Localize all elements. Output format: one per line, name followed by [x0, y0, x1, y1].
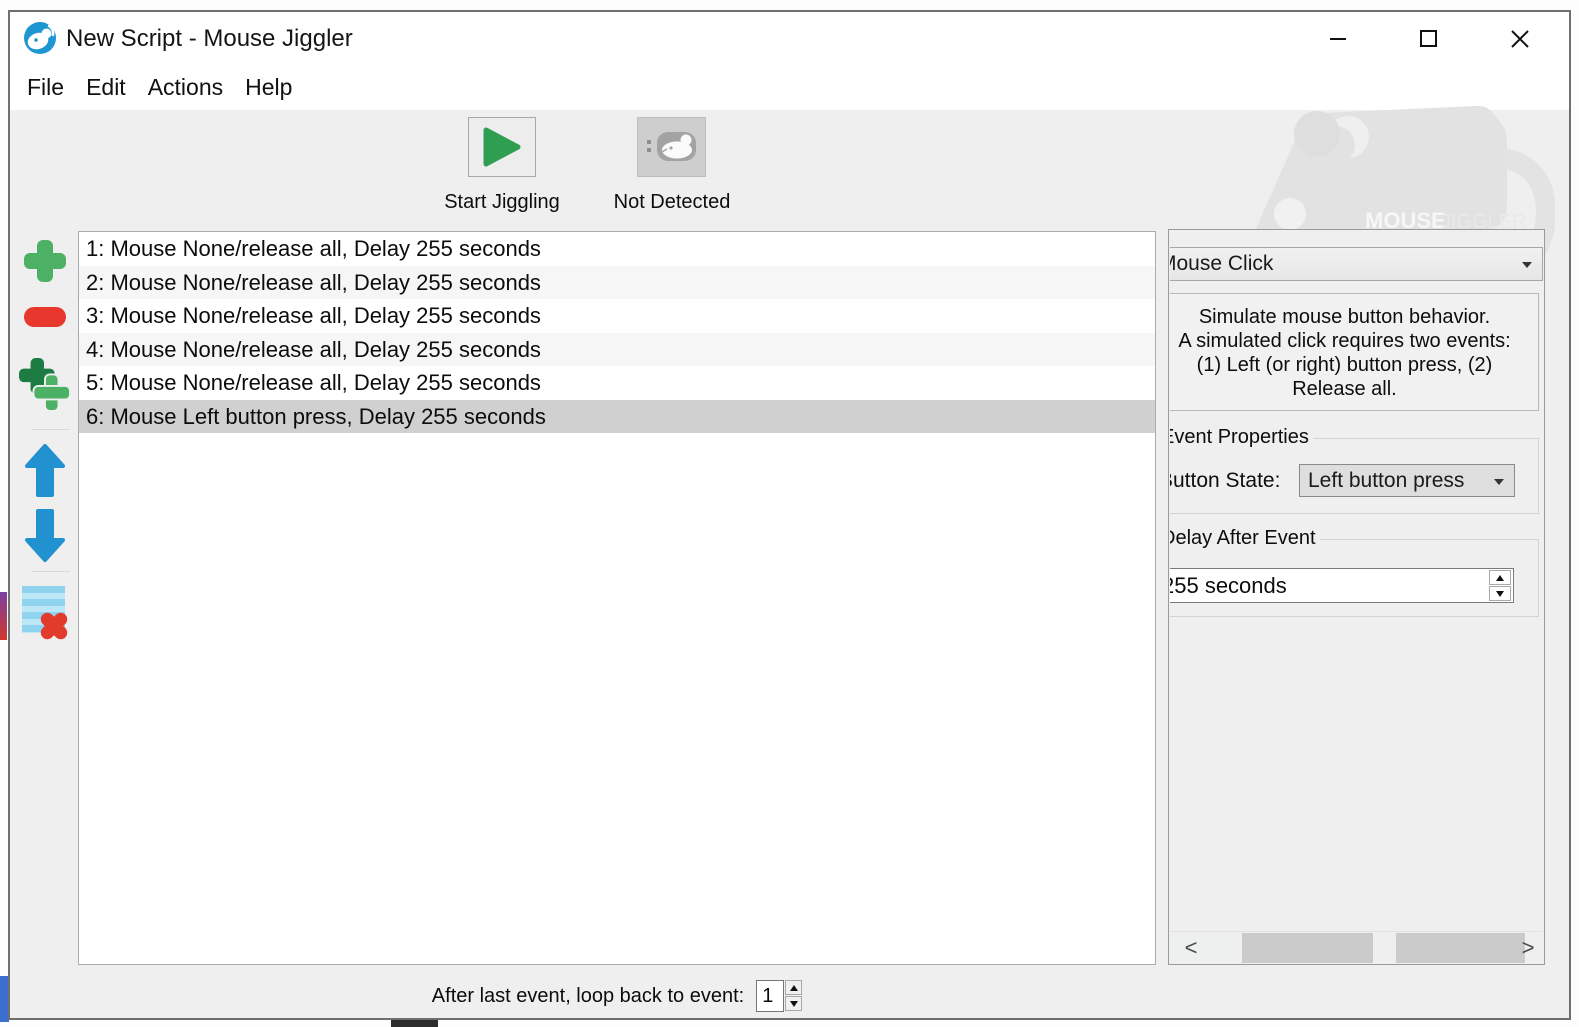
sidebar-separator [32, 429, 70, 430]
chevron-down-icon [1494, 479, 1504, 485]
move-down-button[interactable] [19, 508, 71, 563]
remove-event-button[interactable] [19, 304, 71, 330]
scroll-right-button[interactable]: > [1515, 932, 1541, 964]
chevron-down-icon [1522, 262, 1532, 268]
event-list: 1: Mouse None/release all, Delay 255 sec… [78, 231, 1156, 965]
button-state-dropdown[interactable]: Left button press [1299, 464, 1515, 497]
desktop-artifact [391, 1020, 438, 1027]
loop-settings-bar: After last event, loop back to event: [78, 974, 1156, 1018]
menu-item-file[interactable]: File [16, 65, 75, 110]
minimize-icon [1330, 38, 1346, 40]
event-description-line: Release all. [1170, 377, 1538, 401]
menu-item-actions[interactable]: Actions [137, 65, 234, 110]
spinner-up-button[interactable] [1489, 570, 1511, 585]
app-mouse-icon [23, 21, 57, 55]
event-description-line: (1) Left (or right) button press, (2) [1170, 353, 1538, 377]
list-item[interactable]: 1: Mouse None/release all, Delay 255 sec… [79, 232, 1155, 266]
title-bar: New Script - Mouse Jiggler [10, 12, 1569, 65]
double-plus-icon [19, 357, 71, 413]
device-detect-button[interactable] [637, 117, 706, 177]
mouse-detect-icon [646, 127, 698, 167]
move-up-button[interactable] [19, 443, 71, 498]
start-jiggling-label: Start Jiggling [408, 191, 596, 214]
delay-input[interactable] [1170, 568, 1514, 603]
event-type-dropdown[interactable]: Mouse Click [1170, 247, 1543, 281]
delay-after-event-group: Delay After Event [1170, 539, 1539, 617]
triangle-down-icon [1496, 591, 1504, 597]
panel-scrolled-content: Mouse Click Simulate mouse button behavi… [1170, 230, 1543, 930]
list-item-selected[interactable]: 6: Mouse Left button press, Delay 255 se… [79, 400, 1155, 434]
event-description-line: A simulated click requires two events: [1170, 329, 1538, 353]
clear-list-icon [20, 584, 70, 642]
close-button[interactable] [1474, 12, 1565, 65]
minimize-button[interactable] [1292, 12, 1383, 65]
window-title: New Script - Mouse Jiggler [66, 12, 353, 65]
app-window: New Script - Mouse Jiggler File Edit Act… [8, 10, 1571, 1020]
delay-group-label: Delay After Event [1170, 527, 1320, 550]
delay-spinner-buttons [1489, 570, 1511, 601]
list-item[interactable]: 2: Mouse None/release all, Delay 255 sec… [79, 266, 1155, 300]
event-description-line: Simulate mouse button behavior. [1170, 305, 1538, 329]
panel-horizontal-scrollbar: < > [1170, 931, 1543, 963]
arrow-down-icon [24, 508, 66, 563]
maximize-button[interactable] [1383, 12, 1474, 65]
event-properties-panel: Mouse Click Simulate mouse button behavi… [1168, 229, 1545, 965]
menu-item-help[interactable]: Help [234, 65, 303, 110]
duplicate-event-button[interactable] [19, 357, 71, 413]
event-properties-group: Event Properties Button State: Left butt… [1170, 438, 1539, 514]
loop-spinner [756, 980, 802, 1012]
minus-icon [23, 304, 67, 330]
delay-spinner [1170, 568, 1514, 603]
content-area: MOUSE JIGGLER Start Jiggling Not Detecte… [10, 110, 1569, 1018]
scrollbar-thumb[interactable] [1373, 933, 1396, 963]
triangle-down-icon [790, 1001, 798, 1007]
sidebar-separator [32, 571, 70, 572]
start-jiggling-button[interactable] [468, 117, 536, 177]
loop-label: After last event, loop back to event: [432, 985, 744, 1008]
button-state-value: Left button press [1308, 469, 1464, 493]
menu-item-edit[interactable]: Edit [75, 65, 137, 110]
maximize-icon [1420, 30, 1437, 47]
button-state-label: Button State: [1170, 469, 1280, 493]
spinner-down-button[interactable] [1489, 586, 1511, 601]
panel-viewport: Mouse Click Simulate mouse button behavi… [1170, 230, 1543, 930]
triangle-up-icon [1496, 575, 1504, 581]
arrow-up-icon [24, 443, 66, 498]
add-event-button[interactable] [19, 238, 71, 284]
event-description-box: Simulate mouse button behavior. A simula… [1170, 293, 1539, 411]
loop-spinner-buttons [785, 980, 802, 1012]
triangle-up-icon [790, 985, 798, 991]
list-item[interactable]: 4: Mouse None/release all, Delay 255 sec… [79, 333, 1155, 367]
list-item[interactable]: 5: Mouse None/release all, Delay 255 sec… [79, 366, 1155, 400]
list-item[interactable]: 3: Mouse None/release all, Delay 255 sec… [79, 299, 1155, 333]
plus-icon [22, 238, 68, 284]
event-type-value: Mouse Click [1170, 252, 1273, 276]
desktop-artifact [0, 592, 7, 640]
window-controls [1292, 12, 1565, 65]
event-properties-group-label: Event Properties [1170, 426, 1313, 449]
scroll-left-button[interactable]: < [1178, 932, 1204, 964]
play-icon [482, 126, 522, 168]
loop-input[interactable] [756, 980, 784, 1012]
device-detect-label: Not Detected [573, 191, 771, 214]
close-icon [1510, 29, 1530, 49]
spinner-down-button[interactable] [785, 996, 802, 1011]
menu-bar: File Edit Actions Help [10, 65, 1569, 110]
spinner-up-button[interactable] [785, 980, 802, 995]
clear-events-button[interactable] [19, 584, 71, 642]
scrollbar-track[interactable] [1242, 933, 1525, 963]
